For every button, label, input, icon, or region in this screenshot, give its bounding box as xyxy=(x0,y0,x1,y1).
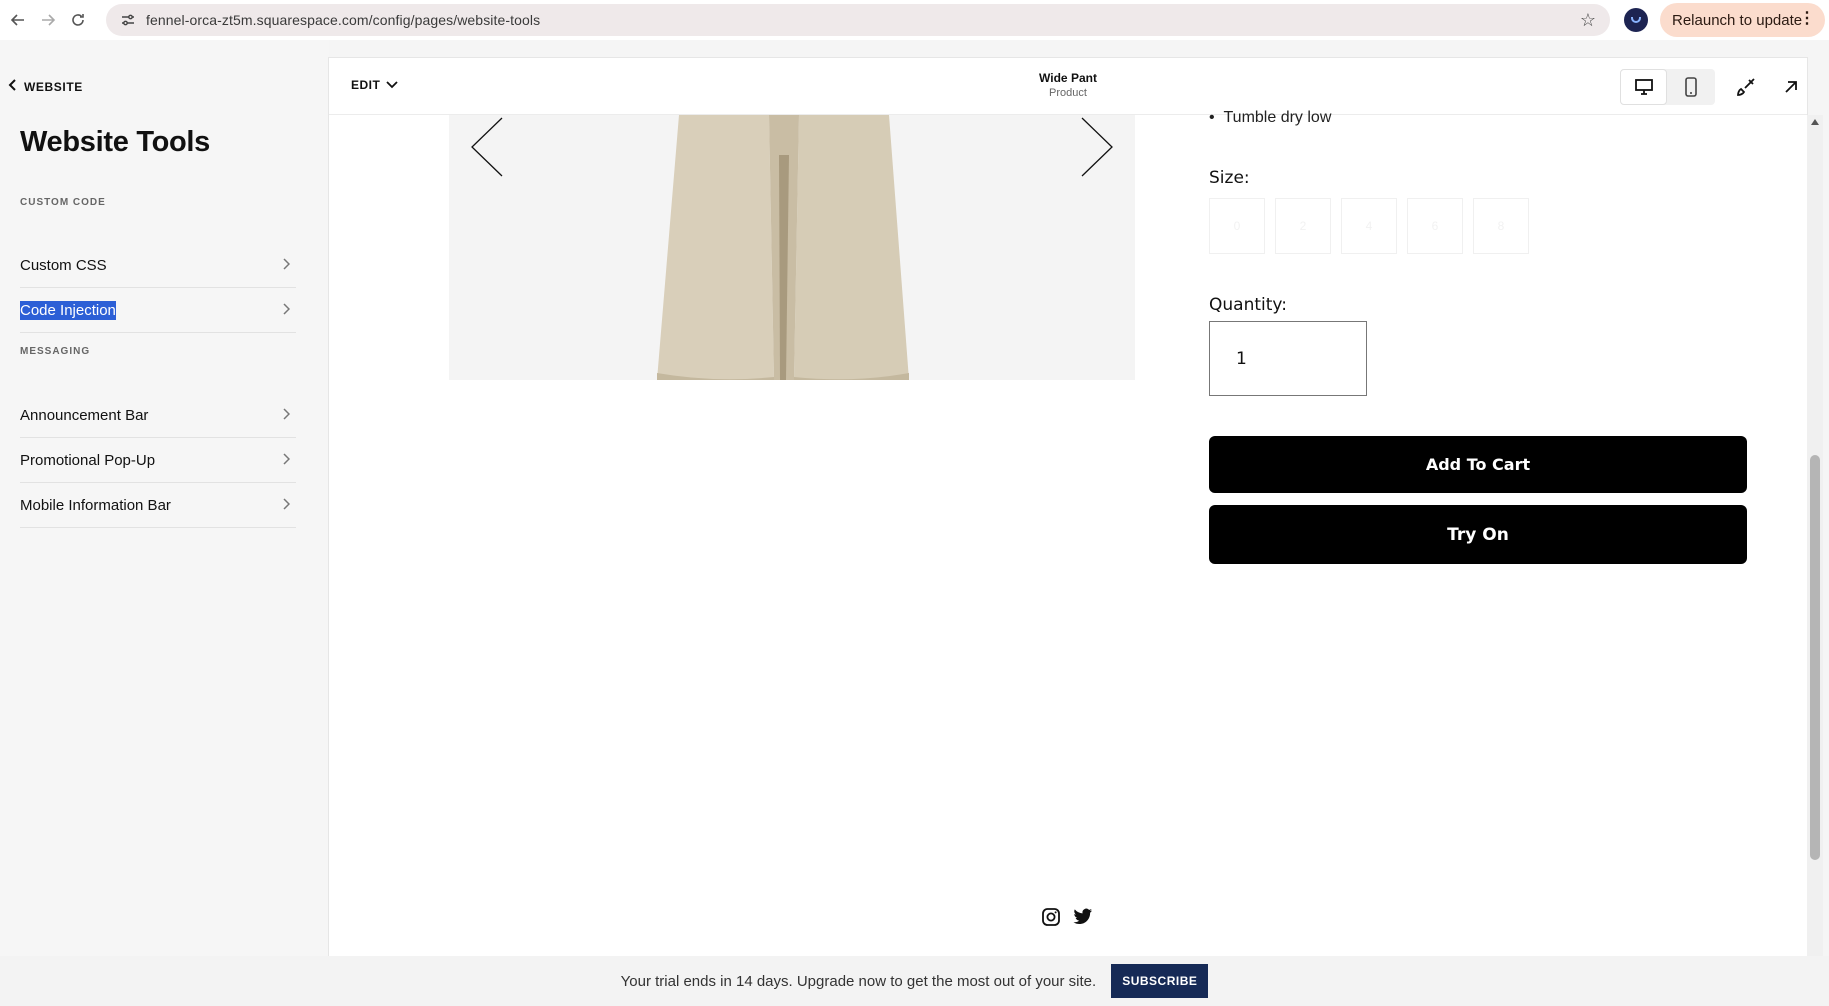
editor-scrollbar[interactable] xyxy=(1807,115,1823,956)
scroll-up-icon[interactable] xyxy=(1811,119,1819,125)
page-subtitle-text: Product xyxy=(1049,87,1087,99)
quantity-label: Quantity: xyxy=(1209,295,1287,315)
reload-icon[interactable] xyxy=(66,8,90,32)
size-option[interactable]: 0 xyxy=(1209,198,1265,254)
try-on-button[interactable]: Try On xyxy=(1209,505,1747,564)
size-options: 0 2 4 6 8 xyxy=(1209,198,1539,254)
scrollbar-thumb[interactable] xyxy=(1810,455,1820,860)
forward-icon[interactable] xyxy=(36,8,60,32)
sidebar-item-promotional-popup[interactable]: Promotional Pop-Up xyxy=(20,438,296,483)
device-view-toggle xyxy=(1620,69,1715,105)
back-icon[interactable] xyxy=(6,8,30,32)
sidebar: WEBSITE Website Tools CUSTOM CODE Custom… xyxy=(0,40,329,956)
external-link-icon[interactable] xyxy=(1776,72,1806,102)
back-link-label: WEBSITE xyxy=(24,80,83,94)
chevron-right-icon xyxy=(282,452,291,468)
sidebar-item-code-injection[interactable]: Code Injection xyxy=(20,288,296,333)
sidebar-item-custom-css[interactable]: Custom CSS xyxy=(20,243,296,288)
sidebar-item-mobile-information-bar[interactable]: Mobile Information Bar xyxy=(20,483,296,528)
sidebar-item-label: Custom CSS xyxy=(20,256,107,274)
sidebar-item-label: Announcement Bar xyxy=(20,406,149,424)
trial-banner: Your trial ends in 14 days. Upgrade now … xyxy=(0,956,1829,1006)
kebab-menu-icon[interactable]: ⋮ xyxy=(1799,11,1815,27)
size-label: Size: xyxy=(1209,168,1250,188)
url-text[interactable]: fennel-orca-zt5m.squarespace.com/config/… xyxy=(146,12,540,28)
page-canvas: • Tumble dry low Size: 0 2 4 6 8 Quantit… xyxy=(329,109,1807,956)
profile-avatar[interactable] xyxy=(1624,8,1648,32)
browser-toolbar: fennel-orca-zt5m.squarespace.com/config/… xyxy=(0,0,1829,40)
relaunch-label: Relaunch to update xyxy=(1672,11,1803,29)
paintbrush-icon[interactable] xyxy=(1731,72,1761,102)
size-option[interactable]: 6 xyxy=(1407,198,1463,254)
subscribe-button[interactable]: SUBSCRIBE xyxy=(1111,964,1209,998)
care-instruction-text: Tumble dry low xyxy=(1223,109,1332,126)
sidebar-item-label: Code Injection xyxy=(20,300,116,320)
address-bar[interactable]: fennel-orca-zt5m.squarespace.com/config/… xyxy=(106,4,1610,36)
instagram-icon[interactable] xyxy=(1039,905,1063,929)
mobile-icon[interactable] xyxy=(1667,69,1714,105)
section-label-custom-code: CUSTOM CODE xyxy=(20,197,106,208)
chevron-left-icon xyxy=(8,78,18,96)
page-title: Wide Pant Product xyxy=(329,71,1807,99)
editor-toolbar: EDIT Wide Pant Product xyxy=(329,58,1807,115)
quantity-input[interactable]: 1 xyxy=(1209,321,1367,396)
desktop-icon[interactable] xyxy=(1620,69,1667,105)
size-option[interactable]: 2 xyxy=(1275,198,1331,254)
page-editor: EDIT Wide Pant Product • Tumble dry low … xyxy=(329,58,1807,956)
chevron-right-icon xyxy=(282,497,291,513)
star-icon[interactable]: ☆ xyxy=(1578,10,1598,30)
section-label-messaging: MESSAGING xyxy=(20,346,91,357)
twitter-icon[interactable] xyxy=(1071,905,1095,929)
product-image xyxy=(449,115,1135,380)
sidebar-item-label: Promotional Pop-Up xyxy=(20,451,156,469)
sidebar-item-label: Mobile Information Bar xyxy=(20,496,171,514)
social-links xyxy=(1039,905,1103,929)
chevron-right-icon xyxy=(282,257,291,273)
size-option[interactable]: 8 xyxy=(1473,198,1529,254)
sidebar-title: Website Tools xyxy=(20,126,210,158)
carousel-prev-arrow-icon[interactable] xyxy=(471,117,503,177)
size-option[interactable]: 4 xyxy=(1341,198,1397,254)
page-title-text: Wide Pant xyxy=(1039,71,1097,85)
chevron-right-icon xyxy=(282,407,291,423)
wide-pant-image xyxy=(657,115,909,380)
relaunch-button[interactable]: Relaunch to update ⋮ xyxy=(1660,3,1825,37)
carousel-next-arrow-icon[interactable] xyxy=(1081,117,1113,177)
care-instruction: • Tumble dry low xyxy=(1209,109,1332,126)
sidebar-item-announcement-bar[interactable]: Announcement Bar xyxy=(20,393,296,438)
add-to-cart-button[interactable]: Add To Cart xyxy=(1209,436,1747,493)
trial-message: Your trial ends in 14 days. Upgrade now … xyxy=(620,972,1097,990)
chevron-right-icon xyxy=(282,302,291,318)
back-to-website-link[interactable]: WEBSITE xyxy=(8,78,83,96)
tune-icon[interactable] xyxy=(118,10,138,30)
